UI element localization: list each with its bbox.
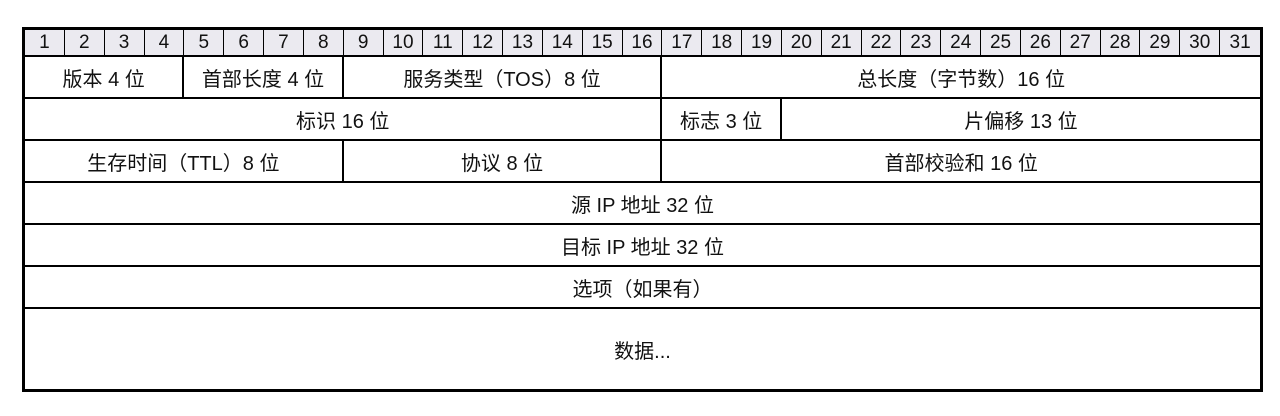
- field-data: 数据...: [614, 340, 671, 363]
- bit-number-cell: 2: [64, 30, 105, 57]
- bit-number-cell: 30: [1180, 30, 1221, 57]
- field-ttl: 生存时间（TTL）8 位: [25, 141, 344, 183]
- field-total-length: 总长度（字节数）16 位: [662, 57, 1260, 99]
- bit-number-cell: 8: [303, 30, 344, 57]
- bit-number-cell: 25: [981, 30, 1021, 57]
- bit-number-cell: 19: [742, 30, 782, 57]
- field-checksum: 首部校验和 16 位: [662, 141, 1260, 183]
- bit-number-cell: 16: [622, 30, 663, 57]
- bit-number-cell: 15: [582, 30, 623, 57]
- bit-number-cell: 3: [104, 30, 145, 57]
- bit-number-cell: 23: [901, 30, 942, 57]
- bit-number-cell: 20: [781, 30, 822, 57]
- bit-number-cell: 29: [1140, 30, 1181, 57]
- bit-number-cell: 31: [1220, 30, 1260, 57]
- bit-number-cell: 22: [861, 30, 902, 57]
- bit-number-cell: 14: [542, 30, 583, 57]
- bit-number-cell: 26: [1020, 30, 1061, 57]
- field-options: 选项（如果有）: [25, 267, 1260, 309]
- field-version: 版本 4 位: [25, 57, 185, 99]
- field-source-ip: 源 IP 地址 32 位: [25, 183, 1260, 225]
- field-fragment-offset: 片偏移 13 位: [781, 99, 1260, 141]
- ip-header-diagram: 1 2 3 4 5 6 7 8 9 10 11 12 13 14 15 16 17 18 19 20 21 22 23 24 2…: [22, 27, 1263, 392]
- field-protocol: 协议 8 位: [343, 141, 663, 183]
- bit-number-cell: 10: [383, 30, 424, 57]
- bit-number-cell: 24: [941, 30, 982, 57]
- bit-number-cell: 11: [423, 30, 464, 57]
- field-header-length: 首部长度 4 位: [184, 57, 344, 99]
- bit-number-cell: 13: [503, 30, 543, 57]
- bit-number-cell: 1: [25, 30, 65, 57]
- field-dest-ip: 目标 IP 地址 32 位: [25, 225, 1260, 267]
- bit-number-cell: 7: [264, 30, 304, 57]
- bit-number-cell: 6: [224, 30, 265, 57]
- bit-number-cell: 5: [184, 30, 225, 57]
- field-flags: 标志 3 位: [662, 99, 782, 141]
- bit-number-cell: 4: [144, 30, 185, 57]
- bit-number-cell: 17: [662, 30, 703, 57]
- bit-number-cell: 21: [821, 30, 862, 57]
- field-tos: 服务类型（TOS）8 位: [343, 57, 663, 99]
- bit-number-cell: 9: [343, 30, 384, 57]
- field-identification: 标识 16 位: [25, 99, 663, 141]
- bit-number-cell: 18: [702, 30, 743, 57]
- bit-number-cell: 28: [1100, 30, 1141, 57]
- bit-number-cell: 27: [1060, 30, 1101, 57]
- bit-number-cell: 12: [463, 30, 504, 57]
